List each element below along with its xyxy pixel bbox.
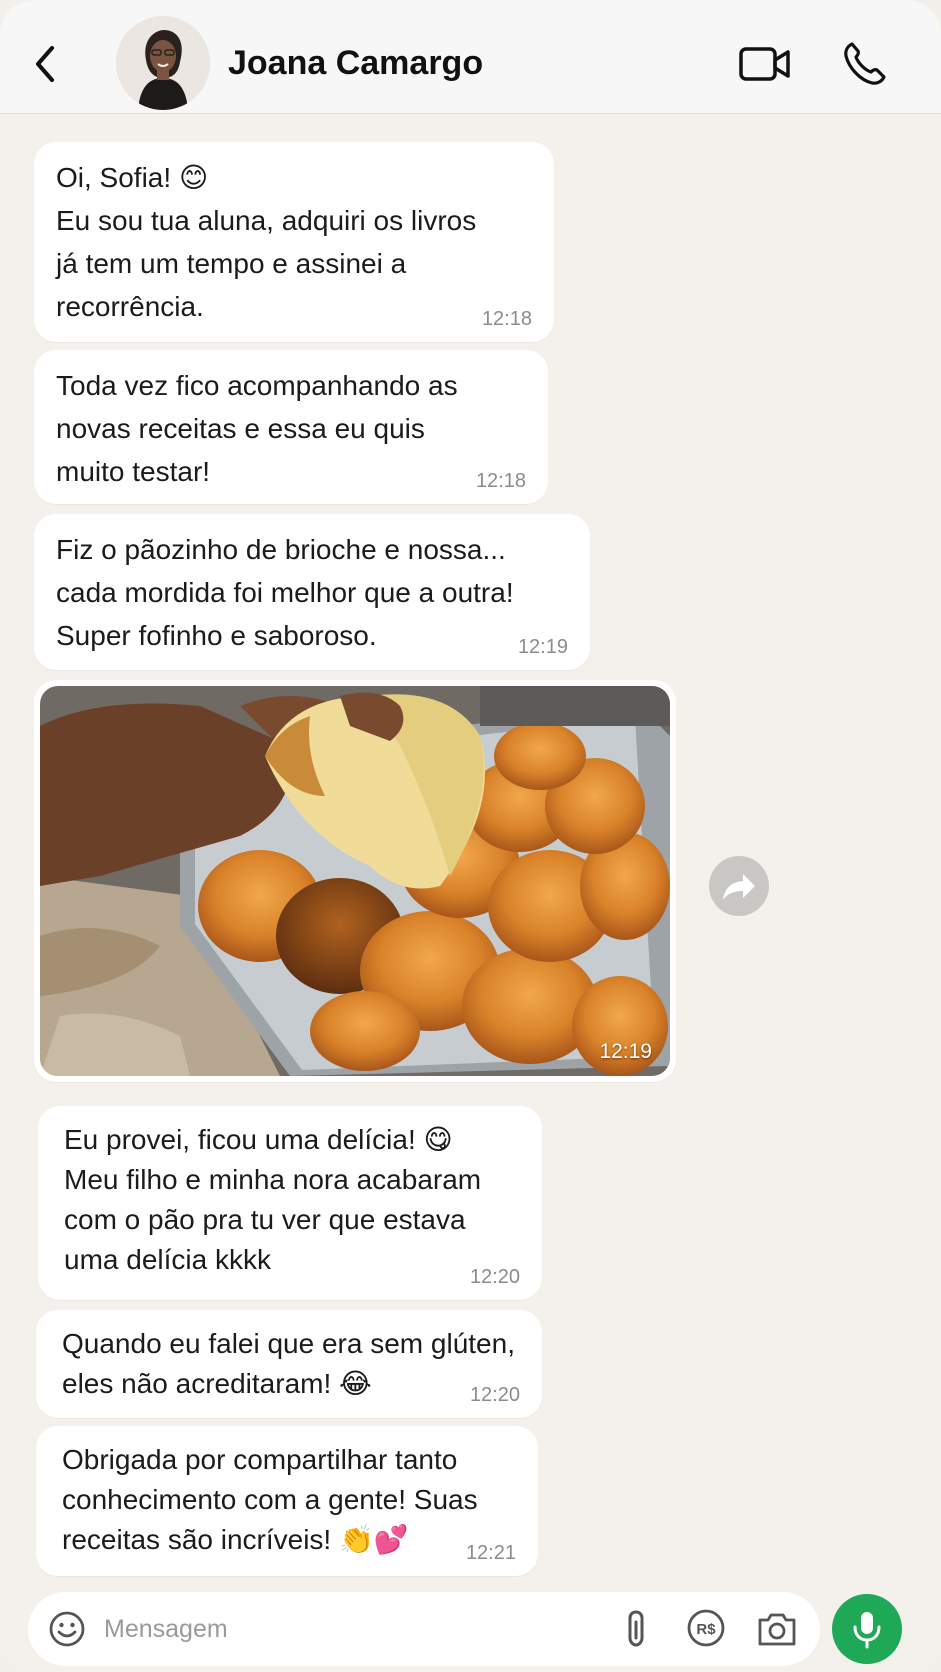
back-chevron-icon[interactable] [30, 44, 60, 84]
smiling-emoji-icon: 😊 [178, 161, 209, 194]
photo-message[interactable]: 12:19 [34, 680, 676, 1082]
message-time: 12:20 [469, 1266, 520, 1288]
message-text: Obrigada por compartilhar tanto conhecim… [62, 1444, 478, 1556]
composer-bar: R$ [28, 1592, 820, 1666]
paperclip-icon[interactable] [622, 1608, 652, 1650]
laughing-emoji-icon: 😂 [339, 1367, 372, 1400]
phone-icon[interactable] [842, 40, 886, 86]
message-bubble[interactable]: Fiz o pãozinho de brioche e nossa... cad… [34, 514, 590, 670]
message-time: 12:21 [465, 1542, 516, 1564]
yum-emoji-icon: 😋 [423, 1123, 453, 1156]
brioche-photo[interactable] [40, 686, 670, 1076]
message-time: 12:18 [481, 308, 532, 330]
message-bubble[interactable]: Quando eu falei que era sem glúten, eles… [36, 1310, 542, 1418]
message-text: Oi, Sofia! 😊 Eu sou tua aluna, adquiri o… [56, 161, 477, 322]
smiley-icon[interactable] [48, 1610, 86, 1648]
video-camera-icon[interactable] [738, 44, 792, 84]
message-bubble[interactable]: Eu provei, ficou uma delícia! 😋 Meu filh… [38, 1106, 542, 1300]
message-input[interactable] [104, 1606, 564, 1652]
contact-name[interactable]: Joana Camargo [228, 44, 483, 83]
message-time: 12:20 [469, 1384, 520, 1406]
chat-header: Joana Camargo [0, 0, 941, 114]
message-bubble[interactable]: Oi, Sofia! 😊 Eu sou tua aluna, adquiri o… [34, 142, 554, 342]
message-time: 12:18 [475, 470, 526, 492]
message-text: Quando eu falei que era sem glúten, eles… [62, 1328, 515, 1400]
clapping-heart-emoji-icon: 👏💕 [339, 1523, 409, 1556]
message-text: Eu provei, ficou uma delícia! 😋 Meu filh… [64, 1123, 482, 1275]
avatar-image [116, 16, 210, 110]
avatar[interactable] [116, 16, 210, 110]
message-text: Toda vez fico acompanhando as novas rece… [56, 370, 458, 487]
svg-text:R$: R$ [696, 1621, 716, 1638]
photo-time: 12:19 [599, 1040, 652, 1063]
message-bubble[interactable]: Toda vez fico acompanhando as novas rece… [34, 350, 548, 504]
message-text: Fiz o pãozinho de brioche e nossa... cad… [56, 534, 514, 651]
microphone-button[interactable] [832, 1594, 902, 1664]
payment-icon[interactable]: R$ [686, 1608, 726, 1648]
microphone-icon [853, 1612, 881, 1649]
forward-arrow-icon [723, 874, 755, 900]
message-bubble[interactable]: Obrigada por compartilhar tanto conhecim… [36, 1426, 538, 1576]
message-time: 12:19 [517, 636, 568, 658]
chat-screen: Joana Camargo Oi, Sofia! 😊 Eu sou tua al… [0, 0, 941, 1672]
forward-button[interactable] [709, 856, 769, 916]
camera-icon[interactable] [756, 1610, 798, 1648]
